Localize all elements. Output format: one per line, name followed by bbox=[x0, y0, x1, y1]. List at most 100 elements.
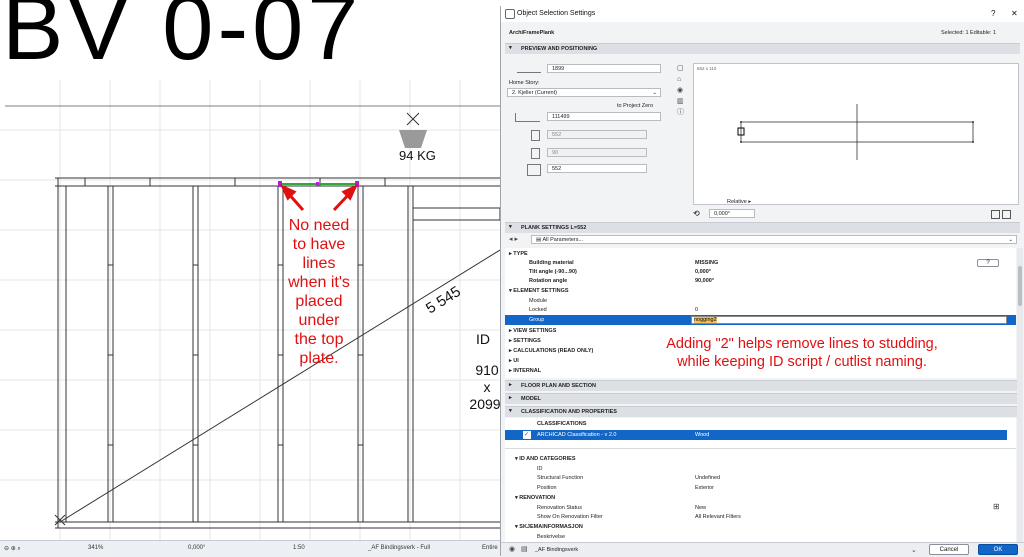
drawing-canvas[interactable]: BV 0-07 94 KG 5 545 ID 910 x 2099 No nee… bbox=[0, 0, 500, 540]
internal-heading[interactable]: ▸ INTERNAL bbox=[509, 368, 541, 374]
scale-value[interactable]: 1:50 bbox=[293, 545, 305, 551]
mirror-toggle-icon[interactable] bbox=[991, 210, 1000, 219]
param-value[interactable]: 0,000° bbox=[695, 269, 711, 275]
locked-label: Locked bbox=[529, 307, 547, 313]
section-view-icon[interactable]: ⌂ bbox=[677, 74, 687, 85]
zoom-icon[interactable]: ⊖ ⊕ ⌕ bbox=[4, 545, 21, 553]
section-label: PREVIEW AND POSITIONING bbox=[521, 46, 598, 52]
ui-label: UI bbox=[513, 358, 519, 364]
settings-heading[interactable]: ▸ SETTINGS bbox=[509, 338, 541, 344]
cancel-button[interactable]: Cancel bbox=[929, 544, 969, 555]
checkbox-icon[interactable]: ✓ bbox=[523, 431, 531, 439]
view-settings-heading[interactable]: ▸ VIEW SETTINGS bbox=[509, 328, 556, 334]
preview-size-label: 552 x 110 bbox=[697, 66, 717, 71]
ui-heading[interactable]: ▸ UI bbox=[509, 358, 519, 364]
width-icon bbox=[531, 148, 540, 159]
collapse-icon: ▾ bbox=[509, 224, 512, 230]
classification-name: ARCHICAD Classification - v 2.0 bbox=[537, 432, 617, 438]
floor-plan-drawing bbox=[0, 80, 500, 540]
3d-view-icon[interactable]: ◉ bbox=[677, 85, 687, 96]
param-name: Tilt angle (-90...90) bbox=[529, 269, 577, 275]
position-value[interactable]: Exterior bbox=[695, 485, 714, 491]
section-plank-settings[interactable]: ▾ PLANK SETTINGS L=552 bbox=[505, 222, 1020, 233]
dim-a-field[interactable]: 552 bbox=[547, 130, 647, 139]
eye-icon[interactable]: ◉ bbox=[509, 545, 515, 553]
show-on-renovation-label: Show On Renovation Filter bbox=[537, 514, 603, 520]
renovation-status-label: Renovation Status bbox=[537, 505, 582, 511]
renovation-status-value[interactable]: New bbox=[695, 505, 706, 511]
element-settings-label: ELEMENT SETTINGS bbox=[513, 288, 569, 294]
info-icon[interactable]: ⓘ bbox=[677, 107, 687, 118]
list-icon: ▤ bbox=[536, 237, 542, 243]
elevation-field[interactable]: 111499 bbox=[547, 112, 661, 121]
section-label: FLOOR PLAN AND SECTION bbox=[521, 383, 596, 389]
param-value[interactable]: 90,000° bbox=[695, 278, 714, 284]
locked-value[interactable]: 0 bbox=[695, 307, 698, 313]
id-label: ID bbox=[476, 331, 490, 347]
relative-text: Relative bbox=[727, 199, 747, 205]
type-heading[interactable]: ▸ TYPE bbox=[509, 251, 528, 257]
angle-field[interactable]: 0,000° bbox=[709, 209, 755, 218]
rotate-icon: ⟲ bbox=[693, 209, 700, 218]
section-model[interactable]: ▸ MODEL bbox=[505, 393, 1020, 404]
scrollbar-thumb[interactable] bbox=[1018, 266, 1022, 306]
annotation-line: when it's bbox=[288, 274, 350, 291]
dialog-footer: ◉ ▤ _AF Bindingsverk ⌄ Cancel OK bbox=[501, 542, 1024, 557]
structural-function-value[interactable]: Undefined bbox=[695, 475, 720, 481]
dialog-title-bar: Object Selection Settings ? ✕ bbox=[501, 6, 1024, 22]
chevron-down-icon: ⌄ bbox=[652, 90, 657, 96]
top-elevation-field[interactable]: 1899 bbox=[547, 64, 661, 73]
to-project-zero[interactable]: to Project Zero bbox=[617, 103, 653, 109]
layer-value[interactable]: _AF Bindingsverk bbox=[535, 547, 578, 553]
object-selection-settings-dialog: Object Selection Settings ? ✕ ArchiFrame… bbox=[500, 6, 1024, 557]
dim-c-field[interactable]: 552 bbox=[547, 164, 647, 173]
lock-toggle-icon[interactable] bbox=[1002, 210, 1011, 219]
plank-preview-drawing bbox=[737, 104, 974, 160]
zoom-value[interactable]: 341% bbox=[88, 545, 103, 551]
skjema-heading[interactable]: ▾ SKJEMAINFORMASJON bbox=[515, 524, 583, 530]
calculations-label: CALCULATIONS (READ ONLY) bbox=[513, 348, 594, 354]
section-classification[interactable]: ▾ CLASSIFICATION AND PROPERTIES bbox=[505, 406, 1020, 417]
param-name: Building material bbox=[529, 260, 574, 266]
nav-arrows[interactable]: ◂ ▸ bbox=[509, 235, 533, 244]
plan-view-icon[interactable]: ▢ bbox=[677, 63, 687, 74]
group-input[interactable]: nogging2 bbox=[691, 316, 1007, 324]
renovation-heading[interactable]: ▾ RENOVATION bbox=[515, 495, 555, 501]
param-value[interactable]: MISSING bbox=[695, 260, 718, 266]
home-story-label: Home Story: bbox=[509, 80, 540, 86]
annotation-right: Adding "2" helps remove lines to studdin… bbox=[612, 335, 992, 371]
layer-set-value[interactable]: _AF Bindingsverk - Full bbox=[368, 545, 430, 551]
skjema-label: SKJEMAINFORMASJON bbox=[519, 524, 583, 530]
weight-label: 94 KG bbox=[399, 148, 436, 163]
classification-row[interactable]: ✓ ARCHICAD Classification - v 2.0 Wood bbox=[505, 430, 1007, 440]
expand-icon: ▸ bbox=[509, 395, 512, 401]
id-dimensions: 910 x 2099 bbox=[469, 362, 500, 413]
preview-window[interactable]: 552 x 110 bbox=[693, 63, 1019, 205]
home-story-select[interactable]: 2. Kjeller (Current) ⌄ bbox=[507, 88, 661, 97]
elevation-view-icon[interactable]: ▥ bbox=[677, 96, 687, 107]
close-button[interactable]: ✕ bbox=[1011, 9, 1018, 18]
calculations-heading[interactable]: ▸ CALCULATIONS (READ ONLY) bbox=[509, 348, 593, 354]
renovation-icon[interactable]: ⊞ bbox=[993, 502, 1000, 511]
entire-value[interactable]: Entire bbox=[482, 545, 498, 551]
scrollbar[interactable] bbox=[1017, 248, 1023, 542]
show-on-renovation-value[interactable]: All Relevant Filters bbox=[695, 514, 741, 520]
help-button[interactable]: ? bbox=[991, 9, 995, 18]
group-row[interactable]: Group nogging2 bbox=[505, 315, 1016, 325]
dim-b-field[interactable]: 90 bbox=[547, 148, 647, 157]
element-settings-heading[interactable]: ▾ ELEMENT SETTINGS bbox=[509, 288, 569, 294]
param-name: Rotation angle bbox=[529, 278, 568, 284]
id-categories-heading[interactable]: ▾ ID AND CATEGORIES bbox=[515, 456, 576, 462]
section-preview-positioning[interactable]: ▾ PREVIEW AND POSITIONING bbox=[505, 43, 1020, 54]
all-parameters: All Parameters... bbox=[542, 237, 584, 243]
param-help-button[interactable]: ? bbox=[977, 259, 999, 267]
classification-value: Wood bbox=[695, 432, 710, 438]
angle-value[interactable]: 0,000° bbox=[188, 545, 205, 551]
id-value-height: 2099 bbox=[469, 396, 500, 412]
parameters-dropdown[interactable]: ▤ All Parameters... ⌄ bbox=[531, 235, 1017, 244]
top-elevation-icon bbox=[517, 64, 541, 73]
group-value: nogging2 bbox=[694, 317, 717, 323]
section-floor-plan[interactable]: ▸ FLOOR PLAN AND SECTION bbox=[505, 380, 1020, 391]
ok-button[interactable]: OK bbox=[978, 544, 1018, 555]
chevron-down-icon[interactable]: ⌄ bbox=[911, 546, 917, 554]
